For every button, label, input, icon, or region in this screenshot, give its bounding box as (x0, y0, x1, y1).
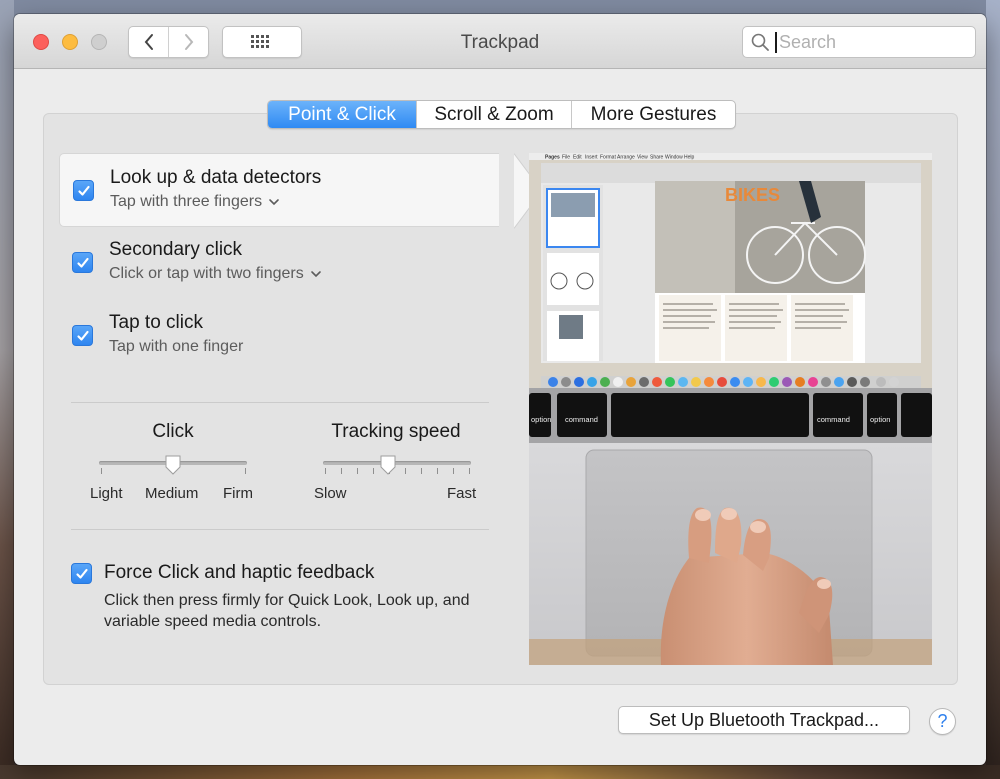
look-up-checkbox[interactable] (73, 180, 94, 201)
tracking-speed-fast-label: Fast (447, 485, 477, 502)
force-click-description: Click then press firmly for Quick Look, … (104, 592, 470, 630)
tracking-speed-tick (357, 468, 358, 474)
preview-illustration: Pages File Edit Insert Format Arrange Vi… (529, 153, 932, 665)
click-slider-label-firm: Firm (223, 485, 253, 502)
menu-edit: Edit (573, 155, 582, 161)
title-bar: Trackpad (14, 14, 986, 69)
tracking-speed-tick (341, 468, 342, 474)
click-slider-thumb[interactable] (164, 455, 182, 475)
secondary-click-checkbox[interactable] (72, 252, 93, 273)
tap-to-click-title: Tap to click (109, 312, 203, 333)
menu-format: Format (600, 155, 616, 161)
tab-point-and-click[interactable]: Point & Click (268, 101, 416, 128)
secondary-click-gesture-menu[interactable]: Click or tap with two fingers (109, 265, 322, 283)
back-button[interactable] (129, 27, 168, 57)
tracking-speed-title: Tracking speed (331, 421, 461, 442)
key-label-command-right: command (817, 415, 850, 424)
checkmark-icon (77, 185, 90, 196)
divider (71, 529, 489, 530)
help-button[interactable]: ? (929, 708, 956, 735)
menu-app: Pages (545, 155, 560, 161)
window-title: Trackpad (460, 32, 540, 53)
click-slider-label-medium: Medium (145, 485, 199, 502)
menu-arrange: Arrange (617, 155, 635, 161)
menu-insert: Insert (585, 155, 598, 161)
tap-to-click-subtitle: Tap with one finger (109, 338, 244, 355)
forward-button[interactable] (168, 27, 208, 57)
desktop-background-left (0, 0, 14, 779)
gesture-preview-video: Pages File Edit Insert Format Arrange Vi… (529, 153, 932, 665)
minimize-button[interactable] (62, 34, 78, 50)
search-icon (751, 33, 769, 51)
option-secondary-click[interactable]: Secondary click Click or tap with two fi… (59, 226, 499, 300)
tracking-speed-tick (373, 468, 374, 474)
tracking-speed-tick (325, 468, 326, 474)
close-button[interactable] (33, 34, 49, 50)
back-forward-control (128, 26, 209, 58)
preview-menubar: Pages File Edit Insert Format Arrange Vi… (545, 155, 695, 161)
secondary-click-title: Secondary click (109, 239, 243, 260)
chevron-left-icon (144, 34, 153, 50)
click-slider-label-light: Light (90, 485, 123, 502)
trackpad-preferences-window: Trackpad Point & Click Scroll & Zoom Mor… (14, 14, 986, 765)
show-all-button[interactable] (222, 26, 302, 58)
set-up-bluetooth-trackpad-button[interactable]: Set Up Bluetooth Trackpad... (618, 706, 910, 734)
menu-file: File (562, 155, 570, 161)
tracking-speed-thumb[interactable] (379, 455, 397, 475)
search-input[interactable] (775, 31, 955, 53)
look-up-title: Look up & data detectors (110, 167, 322, 188)
click-slider-tick (101, 468, 102, 474)
chevron-down-icon (269, 199, 279, 206)
checkmark-icon (76, 330, 89, 341)
look-up-gesture-menu[interactable]: Tap with three fingers (110, 193, 280, 211)
option-tap-to-click[interactable]: Tap to click Tap with one finger (59, 299, 499, 373)
chevron-right-icon (184, 34, 193, 50)
menu-window: Window (665, 155, 683, 161)
tracking-speed-tick (469, 468, 470, 474)
preview-doc-title: BIKES (725, 185, 780, 205)
force-click-checkbox[interactable] (71, 563, 92, 584)
tracking-speed-tick (453, 468, 454, 474)
secondary-click-subtitle: Click or tap with two fingers (109, 265, 304, 282)
tracking-speed-tick (405, 468, 406, 474)
force-click-title: Force Click and haptic feedback (104, 562, 375, 583)
checkmark-icon (76, 257, 89, 268)
zoom-button[interactable] (91, 34, 107, 50)
checkmark-icon (75, 568, 88, 579)
look-up-subtitle: Tap with three fingers (110, 193, 263, 210)
grid-icon (251, 35, 269, 48)
chevron-down-icon (310, 271, 321, 278)
key-label-option-left: option (531, 415, 551, 424)
tracking-speed-tick (421, 468, 422, 474)
tracking-speed-tick (437, 468, 438, 474)
menu-help: Help (684, 155, 695, 161)
tab-bar: Point & Click Scroll & Zoom More Gesture… (267, 100, 736, 129)
desktop-background-bottom (0, 765, 1000, 779)
desktop-background-right (986, 0, 1000, 779)
key-label-command-left: command (565, 415, 598, 424)
tab-scroll-and-zoom[interactable]: Scroll & Zoom (416, 101, 571, 128)
option-look-up[interactable]: Look up & data detectors Tap with three … (59, 153, 543, 229)
click-slider-tick (245, 468, 246, 474)
click-slider-title: Click (152, 421, 194, 442)
divider (71, 402, 489, 403)
key-label-option-right: option (870, 415, 890, 424)
tap-to-click-checkbox[interactable] (72, 325, 93, 346)
tab-content-panel: Look up & data detectors Tap with three … (43, 113, 958, 685)
tab-more-gestures[interactable]: More Gestures (571, 101, 735, 128)
tracking-speed-slow-label: Slow (314, 485, 347, 502)
menu-view: View (637, 155, 648, 161)
search-field[interactable] (742, 26, 976, 58)
menu-share: Share (650, 155, 664, 161)
